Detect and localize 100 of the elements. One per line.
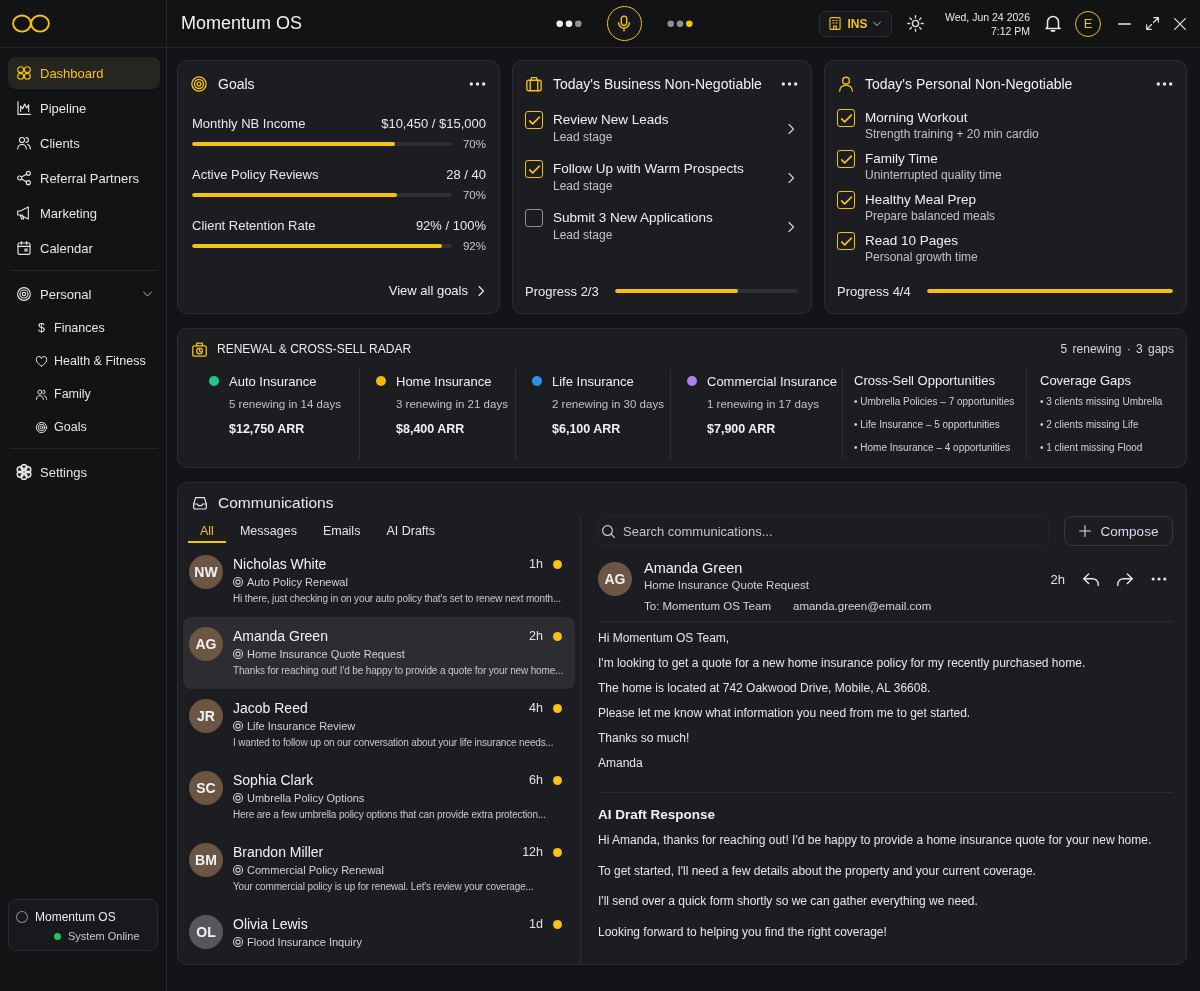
sender-name: Sophia Clark bbox=[233, 772, 314, 788]
person-icon bbox=[837, 75, 855, 93]
message-time: 2h bbox=[1050, 571, 1065, 587]
email-subject: Home Insurance Quote Request bbox=[644, 578, 810, 593]
sidebar-item[interactable]: Dashboard bbox=[8, 57, 160, 89]
task-subtitle: Lead stage bbox=[553, 227, 614, 244]
email-paragraph: I'm looking to get a quote for a new home insurance policy for my recently purchased home. bbox=[598, 655, 1087, 672]
users-icon bbox=[16, 135, 32, 151]
sun-icon[interactable] bbox=[906, 15, 924, 32]
more-icon[interactable] bbox=[1156, 82, 1173, 86]
reply-icon[interactable] bbox=[1083, 572, 1099, 586]
message-subject: Umbrella Policy Options bbox=[247, 791, 365, 804]
megaphone-icon bbox=[16, 205, 32, 221]
expand-icon[interactable] bbox=[1146, 17, 1159, 30]
tab[interactable]: Emails bbox=[310, 521, 373, 543]
date-text: Wed, Jun 24 2026 bbox=[944, 9, 1030, 24]
card-title: Goals bbox=[218, 76, 255, 92]
gap-item: • 3 clients missing Umbrella bbox=[1040, 395, 1164, 409]
checkbox[interactable] bbox=[525, 160, 543, 178]
draft-paragraph: Looking forward to helping you find the right coverage! bbox=[598, 923, 888, 941]
checkbox[interactable] bbox=[525, 111, 543, 129]
checkbox[interactable] bbox=[837, 109, 855, 127]
search-field[interactable]: Search communications... bbox=[598, 516, 1049, 546]
arr-value: $7,900 ARR bbox=[707, 421, 777, 438]
compose-button[interactable]: Compose bbox=[1064, 516, 1173, 546]
goal-label: Client Retention Rate bbox=[192, 217, 316, 233]
task-subtitle: Strength training + 20 min cardio bbox=[865, 126, 1040, 142]
chevron-icon[interactable] bbox=[143, 291, 152, 297]
avatar: AG bbox=[598, 562, 632, 596]
check-icon bbox=[528, 115, 540, 125]
email-paragraph: Amanda bbox=[598, 755, 644, 772]
draft-title: AI Draft Response bbox=[598, 806, 717, 824]
message-item[interactable]: NW Nicholas White 1h Auto Policy Renewal Hi there, just checking in on your auto policy that's set to renew next month... bbox=[183, 545, 575, 617]
chevron-icon[interactable] bbox=[788, 123, 794, 134]
tab[interactable]: All bbox=[188, 521, 226, 543]
app-name: Momentum OS bbox=[35, 910, 116, 924]
sidebar-item[interactable]: Referral Partners bbox=[8, 162, 160, 194]
ring-icon bbox=[233, 720, 243, 731]
sidebar-item[interactable]: $ Finances bbox=[8, 313, 160, 343]
renewal-detail: 1 renewing in 17 days bbox=[707, 397, 820, 412]
sidebar-item[interactable]: Pipeline bbox=[8, 92, 160, 124]
forward-icon[interactable] bbox=[1117, 572, 1133, 586]
arr-value: $6,100 ARR bbox=[552, 421, 622, 438]
inbox-icon bbox=[192, 495, 208, 511]
mic-button[interactable] bbox=[606, 6, 642, 41]
task-title: Read 10 Pages bbox=[865, 232, 960, 249]
message-item[interactable]: AG Amanda Green 2h Home Insurance Quote Request Thanks for reaching out! I'd be happy to provide a quote for your new home... bbox=[183, 617, 575, 689]
line-name: Auto Insurance bbox=[229, 373, 317, 389]
sidebar-item[interactable]: Goals bbox=[8, 412, 160, 442]
message-item[interactable]: JR Jacob Reed 4h Life Insurance Review I wanted to follow up on our conversation about your life insurance needs... bbox=[183, 689, 575, 761]
chevron-icon[interactable] bbox=[788, 221, 794, 232]
goal-value: 28 / 40 bbox=[446, 166, 486, 182]
checkbox[interactable] bbox=[837, 232, 855, 250]
message-time: 1d bbox=[529, 917, 543, 931]
message-preview: I wanted to follow up on our conversation about your life insurance needs... bbox=[233, 736, 555, 750]
message-item[interactable]: BM Brandon Miller 12h Commercial Policy Renewal Your commercial policy is up for renewal. Let's review your coverage... bbox=[183, 833, 575, 905]
sidebar-item[interactable]: Marketing bbox=[8, 197, 160, 229]
task-subtitle: Lead stage bbox=[553, 129, 614, 146]
avatar: SC bbox=[189, 771, 223, 805]
ring-icon bbox=[233, 792, 243, 803]
avatar: OL bbox=[189, 915, 223, 949]
message-time: 2h bbox=[529, 629, 543, 643]
checkbox[interactable] bbox=[837, 191, 855, 209]
tab[interactable]: Messages bbox=[227, 521, 309, 543]
more-icon[interactable] bbox=[781, 82, 798, 86]
mic-icon bbox=[617, 15, 632, 32]
logo-icon[interactable] bbox=[12, 14, 50, 33]
sender-name: Amanda Green bbox=[233, 628, 328, 644]
sidebar-item[interactable]: Calendar bbox=[8, 232, 160, 264]
sidebar-item[interactable]: Health & Fitness bbox=[8, 346, 160, 376]
section-title: RENEWAL & CROSS-SELL RADAR bbox=[217, 342, 412, 356]
avatar: AG bbox=[189, 627, 223, 661]
message-item[interactable]: OL Olivia Lewis 1d Flood Insurance Inquiry bbox=[183, 905, 575, 960]
close-icon[interactable] bbox=[1174, 17, 1186, 30]
briefcase-icon bbox=[525, 75, 543, 93]
check-icon bbox=[528, 164, 540, 174]
checkbox[interactable] bbox=[837, 150, 855, 168]
avatar: NW bbox=[189, 555, 223, 589]
message-subject: Auto Policy Renewal bbox=[247, 575, 348, 588]
sidebar-item[interactable]: Personal bbox=[8, 278, 160, 310]
gap-item: • 1 client missing Flood bbox=[1040, 441, 1144, 455]
caret-icon bbox=[873, 21, 882, 26]
message-item[interactable]: SC Sophia Clark 6h Umbrella Policy Options Here are a few umbrella policy options that can provide extra protection... bbox=[183, 761, 575, 833]
sidebar-item[interactable]: Settings bbox=[8, 456, 160, 488]
more-icon[interactable] bbox=[469, 82, 486, 86]
opportunity-item: • Home Insurance – 4 opportunities bbox=[854, 441, 1012, 455]
sender-name: Amanda Green bbox=[644, 559, 744, 577]
card-title: Today's Business Non-Negotiable bbox=[553, 76, 762, 92]
tab[interactable]: AI Drafts bbox=[374, 521, 448, 543]
workspace-dropdown[interactable]: INS bbox=[818, 10, 892, 37]
sidebar-item[interactable]: Family bbox=[8, 379, 160, 409]
bell-icon[interactable] bbox=[1045, 15, 1061, 32]
chevron-icon[interactable] bbox=[788, 172, 794, 183]
checkbox[interactable] bbox=[525, 209, 543, 227]
task-title: Morning Workout bbox=[865, 109, 969, 126]
minimize-icon[interactable] bbox=[1118, 22, 1131, 25]
sidebar-item[interactable]: Clients bbox=[8, 127, 160, 159]
view-all-link[interactable]: View all goals bbox=[388, 283, 486, 301]
target-icon bbox=[190, 75, 208, 93]
more-icon[interactable] bbox=[1151, 577, 1167, 581]
